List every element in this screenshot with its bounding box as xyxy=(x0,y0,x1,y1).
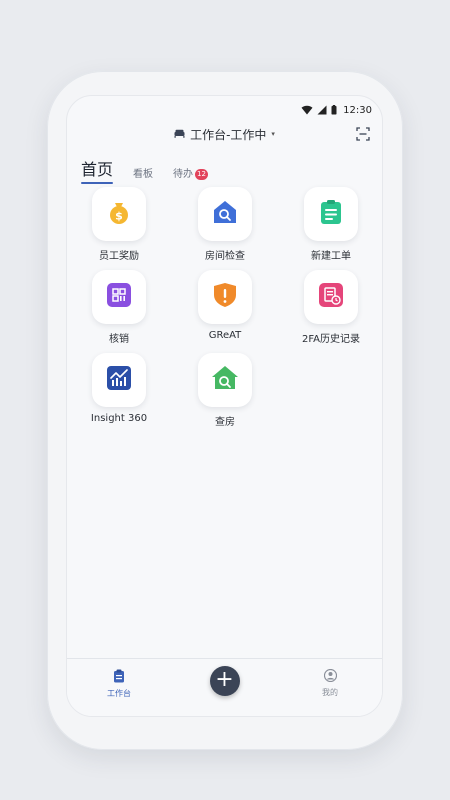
tile-icon-box xyxy=(92,353,146,407)
wifi-icon xyxy=(301,105,313,115)
status-time: 12:30 xyxy=(343,104,372,116)
tile-label: 新建工单 xyxy=(311,251,351,262)
nav-mine-label: 我的 xyxy=(322,688,338,697)
tile-insight-360[interactable]: Insight 360 xyxy=(74,353,164,424)
history-document-icon xyxy=(318,282,344,312)
nav-workbench[interactable]: 工作台 xyxy=(89,669,149,699)
workstation-selector[interactable]: 工作台-工作中 ▾ xyxy=(174,126,275,143)
tab-todo[interactable]: 待办 12 xyxy=(173,165,208,180)
tile-icon-box xyxy=(92,270,146,324)
scan-icon[interactable] xyxy=(356,126,370,141)
tile-room-check[interactable]: 查房 xyxy=(180,353,270,428)
tile-label: Insight 360 xyxy=(90,413,148,424)
app-screen: 12:30 工作台-工作中 ▾ 首页 看板 待办 12 $ 员工奖励 房间检查 … xyxy=(66,95,383,717)
tile-icon-box xyxy=(198,187,252,241)
money-bag-icon: $ xyxy=(106,199,132,229)
tile-label: 查房 xyxy=(215,417,235,428)
tile-great[interactable]: GReAT xyxy=(180,270,270,341)
house-search-icon xyxy=(212,199,238,229)
status-bar: 12:30 xyxy=(301,102,372,118)
tab-board[interactable]: 看板 xyxy=(133,165,153,180)
chart-icon xyxy=(106,365,132,395)
tile-new-work-order[interactable]: 新建工单 xyxy=(286,187,376,262)
svg-text:$: $ xyxy=(115,210,123,223)
header-title: 工作台-工作中 xyxy=(190,127,267,142)
qr-code-icon xyxy=(106,282,132,312)
tile-label: 2FA历史记录 xyxy=(301,334,361,345)
tab-bar: 首页 看板 待办 12 xyxy=(81,156,208,184)
user-icon xyxy=(323,668,337,684)
alert-shield-icon xyxy=(213,282,237,312)
nav-workbench-label: 工作台 xyxy=(107,689,131,698)
todo-count-badge: 12 xyxy=(195,168,208,180)
header: 工作台-工作中 ▾ xyxy=(67,124,382,144)
add-button[interactable]: + xyxy=(209,666,240,696)
tile-icon-box xyxy=(304,270,358,324)
tile-label: GReAT xyxy=(208,330,242,341)
house-search-green-icon xyxy=(211,365,239,395)
tile-icon-box xyxy=(304,187,358,241)
tile-icon-box: $ xyxy=(92,187,146,241)
chevron-down-icon: ▾ xyxy=(271,130,275,138)
tab-todo-label: 待办 xyxy=(173,169,194,180)
tile-icon-box xyxy=(198,270,252,324)
tile-room-inspection[interactable]: 房间检查 xyxy=(180,187,270,262)
bottom-nav: 工作台 + 我的 xyxy=(67,658,382,716)
tile-label: 核销 xyxy=(109,334,129,345)
tile-label: 房间检查 xyxy=(205,251,245,262)
tab-home[interactable]: 首页 xyxy=(81,156,114,184)
tile-label: 员工奖励 xyxy=(99,251,139,262)
nav-mine[interactable]: 我的 xyxy=(300,668,360,698)
tile-2fa-history[interactable]: 2FA历史记录 xyxy=(286,270,376,345)
battery-icon xyxy=(331,105,337,115)
workbench-icon xyxy=(113,669,125,685)
bed-icon xyxy=(174,127,185,141)
tile-write-off[interactable]: 核销 xyxy=(74,270,164,345)
tile-icon-box xyxy=(198,353,252,407)
signal-icon xyxy=(317,105,327,115)
clipboard-icon xyxy=(319,199,343,229)
tile-employee-reward[interactable]: $ 员工奖励 xyxy=(74,187,164,262)
